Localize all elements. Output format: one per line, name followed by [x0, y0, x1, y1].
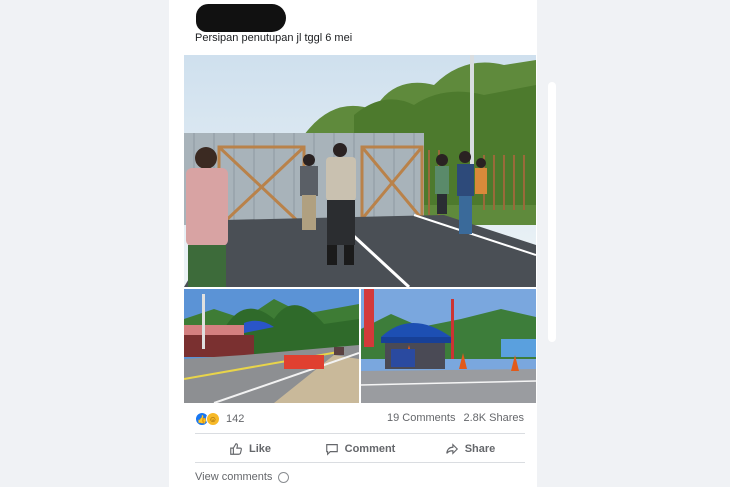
- like-label: Like: [248, 443, 271, 455]
- divider: [195, 462, 525, 463]
- engagement-stats: 19 Comments 2.8K Shares: [387, 412, 524, 424]
- person-left: [186, 147, 228, 287]
- scrollbar[interactable]: [548, 82, 556, 342]
- shares-count[interactable]: 2.8K Shares: [463, 412, 524, 424]
- view-comments-link[interactable]: View comments: [195, 471, 290, 483]
- post-actions: Like Comment Share: [195, 438, 525, 460]
- view-comments-label: View comments: [195, 471, 273, 483]
- divider: [195, 433, 525, 434]
- comment-label: Comment: [344, 443, 396, 455]
- like-button[interactable]: Like: [195, 438, 305, 460]
- share-label: Share: [464, 443, 496, 455]
- post-caption: Persipan penutupan jl tggl 6 mei: [195, 32, 353, 44]
- share-icon: [445, 443, 458, 455]
- post-photo-main[interactable]: [184, 55, 536, 287]
- comment-button[interactable]: Comment: [305, 438, 415, 460]
- haha-icon: ☺: [206, 412, 220, 426]
- redacted-author-name: [196, 4, 286, 32]
- reactions-summary[interactable]: 👍 ☺ 142: [195, 411, 244, 427]
- comment-icon: [325, 444, 338, 456]
- share-button[interactable]: Share: [415, 438, 525, 460]
- loading-spinner-icon: [278, 471, 290, 483]
- post-photo-tent[interactable]: [361, 289, 536, 403]
- comments-count[interactable]: 19 Comments: [387, 412, 455, 424]
- thumbs-up-icon: [230, 443, 242, 455]
- post-photo-road[interactable]: [184, 289, 359, 403]
- reaction-count: 142: [226, 413, 245, 425]
